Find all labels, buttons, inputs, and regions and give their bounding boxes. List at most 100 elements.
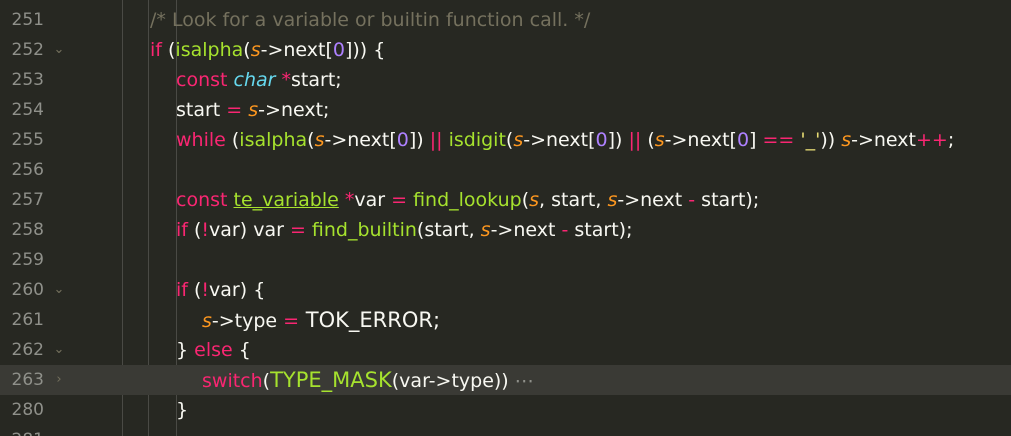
code-token: 0	[736, 129, 750, 151]
code-token: , start,	[539, 189, 608, 211]
code-token: (	[161, 39, 176, 61]
line-number: 263	[11, 370, 44, 390]
code-token: ->next	[617, 189, 689, 211]
code-token: ;	[947, 129, 955, 151]
code-line[interactable]: 261 s->type = TOK_ERROR;	[0, 305, 1011, 335]
code-token: s	[480, 219, 491, 241]
code-text: if (isalpha(s->next[0])) {	[150, 35, 385, 65]
code-token: s	[654, 129, 665, 151]
line-number: 280	[11, 400, 44, 420]
code-token: s	[248, 99, 259, 121]
code-token: var) var	[209, 219, 290, 241]
code-token: /* Look for a variable or builtin functi…	[150, 9, 591, 31]
code-token: isalpha	[175, 39, 244, 61]
code-token: =	[391, 189, 408, 211]
fold-collapse-icon[interactable]: ⌄	[53, 35, 65, 65]
code-token: (	[307, 129, 315, 151]
code-token: (	[641, 129, 655, 151]
code-token: (	[187, 279, 202, 301]
code-token: start);	[695, 189, 760, 211]
code-token: s	[314, 129, 325, 151]
code-token: te_variable	[233, 189, 339, 211]
code-token: (	[225, 129, 240, 151]
code-token: if	[176, 279, 188, 301]
fold-collapse-icon[interactable]: ⌄	[53, 335, 65, 365]
code-token: s	[841, 129, 852, 151]
code-token: const	[176, 69, 228, 91]
line-number: 255	[11, 130, 44, 150]
code-token: ||	[429, 129, 443, 151]
code-token: ->next	[490, 219, 562, 241]
code-token: start);	[568, 219, 633, 241]
code-token: if	[176, 219, 188, 241]
line-number: 262	[11, 340, 44, 360]
code-token: !	[201, 219, 210, 241]
code-token: start;	[291, 69, 342, 91]
line-number: 260	[11, 280, 44, 300]
code-text: s->type = TOK_ERROR;	[202, 305, 440, 335]
code-line[interactable]: 254 start = s->next;	[0, 95, 1011, 125]
code-token: ->next	[851, 129, 916, 151]
line-number: 256	[11, 160, 44, 180]
code-token: }	[176, 399, 189, 421]
code-token: {	[232, 339, 251, 361]
code-token: ]	[749, 129, 763, 151]
code-token[interactable]: ⋯	[515, 370, 534, 392]
code-token: !	[201, 279, 210, 301]
code-line[interactable]: 251 /* Look for a variable or builtin fun…	[0, 5, 1011, 35]
code-token: else	[194, 339, 233, 361]
code-token: *	[275, 69, 292, 91]
line-number: 259	[11, 250, 44, 270]
code-text: while (isalpha(s->next[0]) || isdigit(s-…	[176, 125, 954, 155]
code-token: find_lookup	[413, 189, 522, 211]
code-line[interactable]: 263 › switch(TYPE_MASK(var->type)) ⋯	[0, 365, 1011, 395]
code-text: start = s->next;	[176, 95, 329, 125]
code-editor[interactable]: 251 /* Look for a variable or builtin fun…	[0, 0, 1011, 436]
line-number: 253	[11, 70, 44, 90]
code-line[interactable]: 256	[0, 155, 1011, 185]
code-line[interactable]: 253 const char *start;	[0, 65, 1011, 95]
code-token: find_builtin	[311, 219, 417, 241]
code-line[interactable]: 255 while (isalpha(s->next[0]) || isdigit…	[0, 125, 1011, 155]
code-line[interactable]: 260 ⌄ if (!var) {	[0, 275, 1011, 305]
line-number: 261	[11, 310, 44, 330]
code-token: (	[243, 39, 251, 61]
code-line[interactable]: 262 ⌄ } else {	[0, 335, 1011, 365]
fold-collapse-icon[interactable]: ⌄	[53, 275, 65, 305]
code-token: while	[176, 129, 226, 151]
code-token: (	[521, 189, 530, 211]
code-token: start	[176, 99, 227, 121]
code-token: (start,	[416, 219, 481, 241]
code-token: '_'	[800, 129, 821, 151]
code-token: =	[289, 219, 306, 241]
code-token: isdigit	[448, 129, 506, 151]
code-token: 0	[332, 39, 345, 61]
code-token: ->next[	[324, 129, 397, 151]
code-line[interactable]: 280}	[0, 395, 1011, 425]
code-token: ->next[	[664, 129, 737, 151]
code-token: s	[250, 39, 261, 61]
code-token: char	[233, 69, 276, 91]
code-line[interactable]: 258 if (!var) var = find_builtin(start, s…	[0, 215, 1011, 245]
code-text: if (!var) var = find_builtin(start, s->n…	[176, 215, 632, 245]
code-text: const te_variable *var = find_lookup(s, …	[176, 185, 759, 215]
code-line[interactable]: 252 ⌄ if (isalpha(s->next[0])) {	[0, 35, 1011, 65]
code-line[interactable]: 257 const te_variable *var = find_lookup(…	[0, 185, 1011, 215]
code-token: if	[150, 39, 162, 61]
code-token: ||	[628, 129, 642, 151]
code-token: (	[187, 219, 202, 241]
code-token: (	[262, 370, 271, 392]
code-token: ))	[820, 129, 842, 151]
code-token: ->next;	[258, 99, 330, 121]
code-token: ++	[915, 129, 948, 151]
code-text: } else {	[176, 335, 251, 365]
code-text: }	[176, 395, 188, 425]
code-token: *	[338, 189, 355, 211]
code-token: =	[283, 310, 300, 332]
code-token: s	[513, 129, 524, 151]
code-token: isalpha	[239, 129, 308, 151]
fold-expand-icon[interactable]: ›	[53, 365, 65, 395]
code-line[interactable]: 259	[0, 245, 1011, 275]
code-token: var) {	[209, 279, 266, 301]
code-line[interactable]: 281	[0, 425, 1011, 436]
